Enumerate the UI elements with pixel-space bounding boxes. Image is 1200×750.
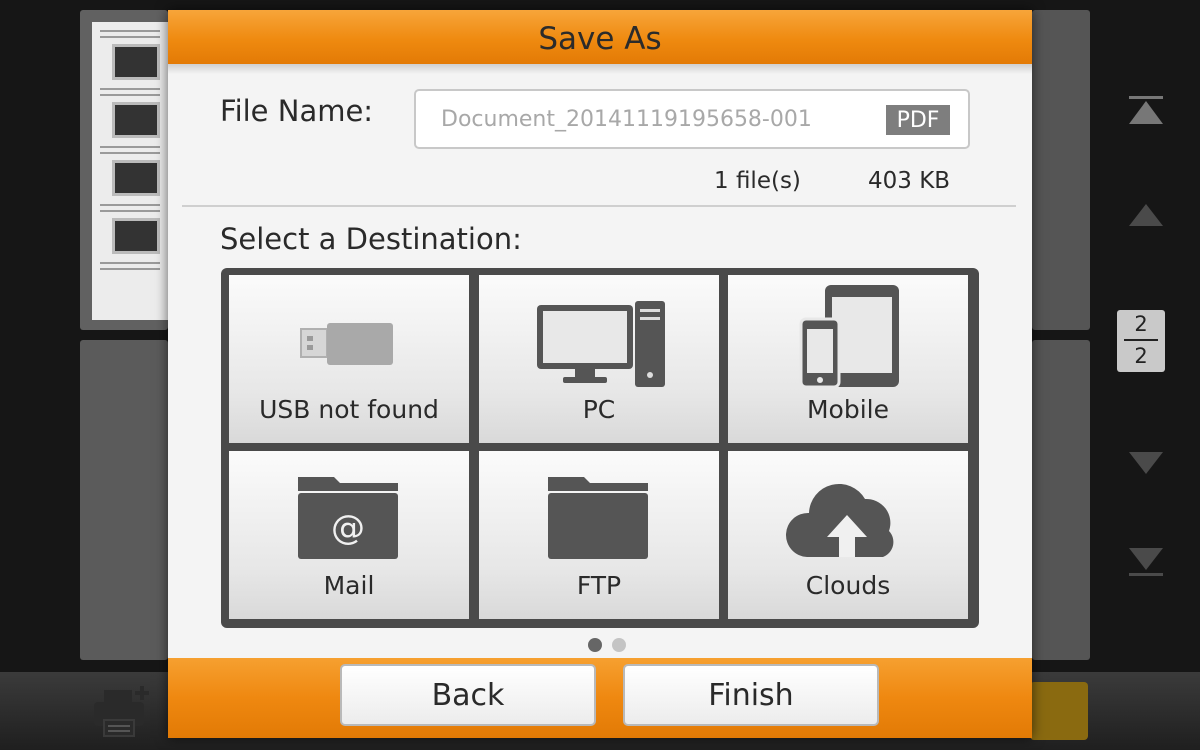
page-indicator: 2 2 bbox=[1117, 310, 1165, 372]
dialog-footer: Back Finish bbox=[168, 658, 1032, 738]
mobile-devices-icon bbox=[728, 283, 968, 393]
usb-drive-icon bbox=[229, 283, 469, 393]
destination-ftp[interactable]: FTP bbox=[479, 451, 719, 619]
destination-clouds[interactable]: Clouds bbox=[728, 451, 968, 619]
file-name-input[interactable]: Document_20141119195658-001 PDF bbox=[414, 89, 970, 149]
destination-label-mobile: Mobile bbox=[806, 395, 889, 424]
finish-button[interactable]: Finish bbox=[623, 664, 879, 726]
next-page-icon[interactable] bbox=[1127, 448, 1165, 478]
destination-label-usb: USB not found bbox=[259, 395, 439, 424]
back-button[interactable]: Back bbox=[340, 664, 596, 726]
destination-grid: USB not found PC Mobile @ Mail FTP Cloud… bbox=[221, 268, 979, 628]
preview-panel-bottom bbox=[1032, 340, 1090, 660]
destination-label-ftp: FTP bbox=[576, 571, 622, 600]
preview-panel-top bbox=[1032, 10, 1090, 330]
svg-text:@: @ bbox=[331, 508, 365, 548]
destination-label-mail: Mail bbox=[323, 571, 375, 600]
cloud-upload-icon bbox=[728, 459, 968, 569]
thumbnail-panel-bottom bbox=[80, 340, 168, 660]
page-dots bbox=[588, 637, 636, 652]
document-thumbnail[interactable] bbox=[92, 22, 168, 320]
destination-label-clouds: Clouds bbox=[805, 571, 891, 600]
destination-mobile[interactable]: Mobile bbox=[728, 275, 968, 443]
page-dot-inactive[interactable] bbox=[612, 638, 626, 652]
save-as-dialog: Save As File Name: Document_201411191956… bbox=[168, 10, 1032, 738]
file-size: 403 KB bbox=[868, 168, 951, 194]
destination-usb[interactable]: USB not found bbox=[229, 275, 469, 443]
destination-pc[interactable]: PC bbox=[479, 275, 719, 443]
file-count: 1 file(s) bbox=[714, 168, 801, 194]
page-dot-active[interactable] bbox=[588, 638, 602, 652]
previous-page-icon[interactable] bbox=[1127, 200, 1165, 230]
first-page-icon[interactable] bbox=[1127, 96, 1165, 126]
desktop-computer-icon bbox=[479, 283, 719, 393]
total-page-number: 2 bbox=[1134, 344, 1148, 368]
mail-folder-icon: @ bbox=[229, 459, 469, 569]
add-scan-icon[interactable] bbox=[92, 684, 156, 740]
destination-mail[interactable]: @ Mail bbox=[229, 451, 469, 619]
destination-label: Select a Destination: bbox=[220, 222, 522, 256]
destination-label-pc: PC bbox=[582, 395, 616, 424]
last-page-icon[interactable] bbox=[1127, 546, 1165, 576]
file-name-label: File Name: bbox=[220, 94, 374, 128]
dialog-title: Save As bbox=[168, 10, 1032, 64]
file-name-value: Document_20141119195658-001 bbox=[441, 107, 812, 132]
bottom-action-button[interactable] bbox=[1030, 682, 1088, 740]
divider bbox=[182, 205, 1016, 207]
file-format-badge: PDF bbox=[886, 105, 950, 135]
current-page-number: 2 bbox=[1134, 312, 1148, 336]
folder-icon bbox=[479, 459, 719, 569]
